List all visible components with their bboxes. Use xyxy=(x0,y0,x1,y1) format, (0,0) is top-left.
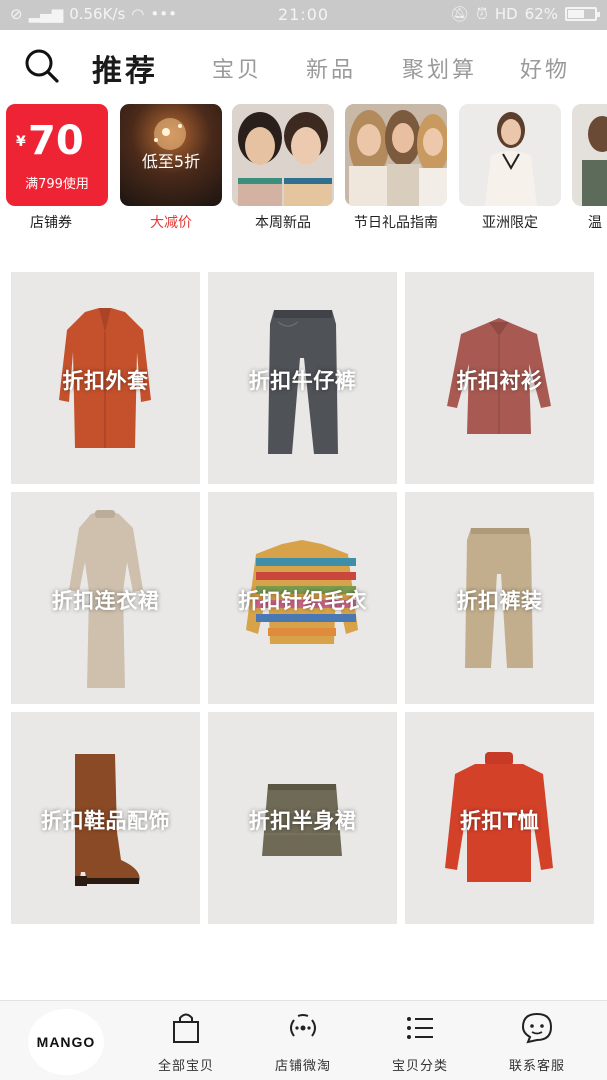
shopping-bag-icon xyxy=(173,1013,199,1043)
promo-label: 节日礼品指南 xyxy=(354,215,438,231)
asia-exclusive-thumbnail[interactable] xyxy=(459,104,561,206)
category-coats[interactable]: 折扣外套 xyxy=(11,272,200,484)
promo-gift-guide[interactable]: 节日礼品指南 xyxy=(345,104,447,232)
category-shoes-accessories[interactable]: 折扣鞋品配饰 xyxy=(11,712,200,924)
partial-thumbnail[interactable] xyxy=(572,104,607,206)
model-image xyxy=(459,104,561,206)
nav-label: 联系客服 xyxy=(508,1059,565,1074)
promo-label: 店铺券 xyxy=(30,215,72,231)
promo-label: 本周新品 xyxy=(255,215,311,231)
nav-label: 宝贝分类 xyxy=(391,1059,448,1074)
tab-juhuasuan[interactable]: 聚划算 xyxy=(402,52,477,84)
battery-fill xyxy=(568,10,585,18)
coupon-currency: ¥ xyxy=(16,134,26,150)
model-image xyxy=(572,104,607,206)
category-trousers[interactable]: 折扣裤装 xyxy=(405,492,594,704)
models-image xyxy=(232,104,334,206)
category-knitwear[interactable]: 折扣针织毛衣 xyxy=(208,492,397,704)
top-header: 推荐 宝贝 新品 聚划算 好物 xyxy=(0,30,607,102)
status-bar: ⊘ ▂▄▆ 0.56K/s ◠ ••• 21:00 🔕︎ ⏰︎ HD 62% xyxy=(0,0,607,30)
promo-label: 大减价 xyxy=(150,215,192,231)
category-label: 折扣针织毛衣 xyxy=(238,589,367,613)
coupon-card[interactable]: ¥ 70 满799使用 xyxy=(6,104,108,206)
bottom-nav: MANGO 全部宝贝 店铺微淘 宝贝分类 联系客服 xyxy=(0,1000,607,1080)
category-skirts[interactable]: 折扣半身裙 xyxy=(208,712,397,924)
category-label: 折扣T恤 xyxy=(459,809,540,833)
promo-partial[interactable]: 温 xyxy=(572,104,607,232)
category-label: 折扣外套 xyxy=(62,369,149,393)
category-label: 折扣鞋品配饰 xyxy=(41,809,170,833)
weekly-new-thumbnail[interactable] xyxy=(232,104,334,206)
nav-categories[interactable]: 宝贝分类 xyxy=(360,1011,480,1077)
nav-label: 店铺微淘 xyxy=(274,1059,331,1074)
models-image xyxy=(345,104,447,206)
battery-percent: 62% xyxy=(524,5,558,23)
sale-thumbnail[interactable]: 低至5折 xyxy=(120,104,222,206)
gift-guide-thumbnail[interactable] xyxy=(345,104,447,206)
nav-customer-service[interactable]: 联系客服 xyxy=(477,1011,597,1077)
category-tshirts[interactable]: 折扣T恤 xyxy=(405,712,594,924)
status-right: 🔕︎ ⏰︎ HD 62% xyxy=(450,5,600,23)
tab-recommend[interactable]: 推荐 xyxy=(92,46,158,90)
promo-label: 亚洲限定 xyxy=(482,215,538,231)
search-icon[interactable] xyxy=(24,48,60,84)
chat-face-icon xyxy=(521,1012,553,1044)
coupon-condition: 满799使用 xyxy=(25,177,89,192)
category-shirts[interactable]: 折扣衬衫 xyxy=(405,272,594,484)
category-grid: 折扣外套 折扣牛仔裤 折扣衬衫 折扣连衣裙 折扣针织毛衣 折扣裤装 折扣鞋品配饰… xyxy=(11,272,597,924)
nav-store-feed[interactable]: 店铺微淘 xyxy=(243,1011,363,1077)
promo-strip: ¥ 70 满799使用 店铺券 低至5折 大减价 本周新品 节日礼品指南 亚洲限… xyxy=(0,102,607,234)
promo-coupon[interactable]: ¥ 70 满799使用 店铺券 xyxy=(6,104,108,232)
sale-overlay-text: 低至5折 xyxy=(141,152,201,171)
promo-weekly-new[interactable]: 本周新品 xyxy=(232,104,334,232)
hd-call-icon: HD xyxy=(494,5,518,23)
promo-asia-exclusive[interactable]: 亚洲限定 xyxy=(459,104,561,232)
category-label: 折扣裤装 xyxy=(456,589,543,613)
category-label: 折扣衬衫 xyxy=(456,369,543,393)
logo-text: MANGO xyxy=(36,1034,96,1050)
battery-icon xyxy=(565,7,600,21)
tab-products[interactable]: 宝贝 xyxy=(212,52,262,84)
promo-label: 温 xyxy=(588,215,602,231)
mute-icon: 🔕︎ xyxy=(450,5,470,23)
category-label: 折扣牛仔裤 xyxy=(248,369,357,393)
category-dresses[interactable]: 折扣连衣裙 xyxy=(11,492,200,704)
tab-good-items[interactable]: 好物 xyxy=(520,52,570,84)
nav-all-products[interactable]: 全部宝贝 xyxy=(126,1011,246,1077)
store-logo[interactable]: MANGO xyxy=(28,1009,104,1075)
nav-label: 全部宝贝 xyxy=(157,1059,214,1074)
list-icon xyxy=(407,1017,433,1039)
category-jeans[interactable]: 折扣牛仔裤 xyxy=(208,272,397,484)
category-label: 折扣连衣裙 xyxy=(51,589,160,613)
category-label: 折扣半身裙 xyxy=(248,809,357,833)
coupon-amount: 70 xyxy=(28,118,84,164)
alarm-icon: ⏰︎ xyxy=(476,5,488,23)
broadcast-icon xyxy=(290,1014,316,1037)
promo-sale[interactable]: 低至5折 大减价 xyxy=(120,104,222,232)
tab-new-arrivals[interactable]: 新品 xyxy=(306,52,356,84)
